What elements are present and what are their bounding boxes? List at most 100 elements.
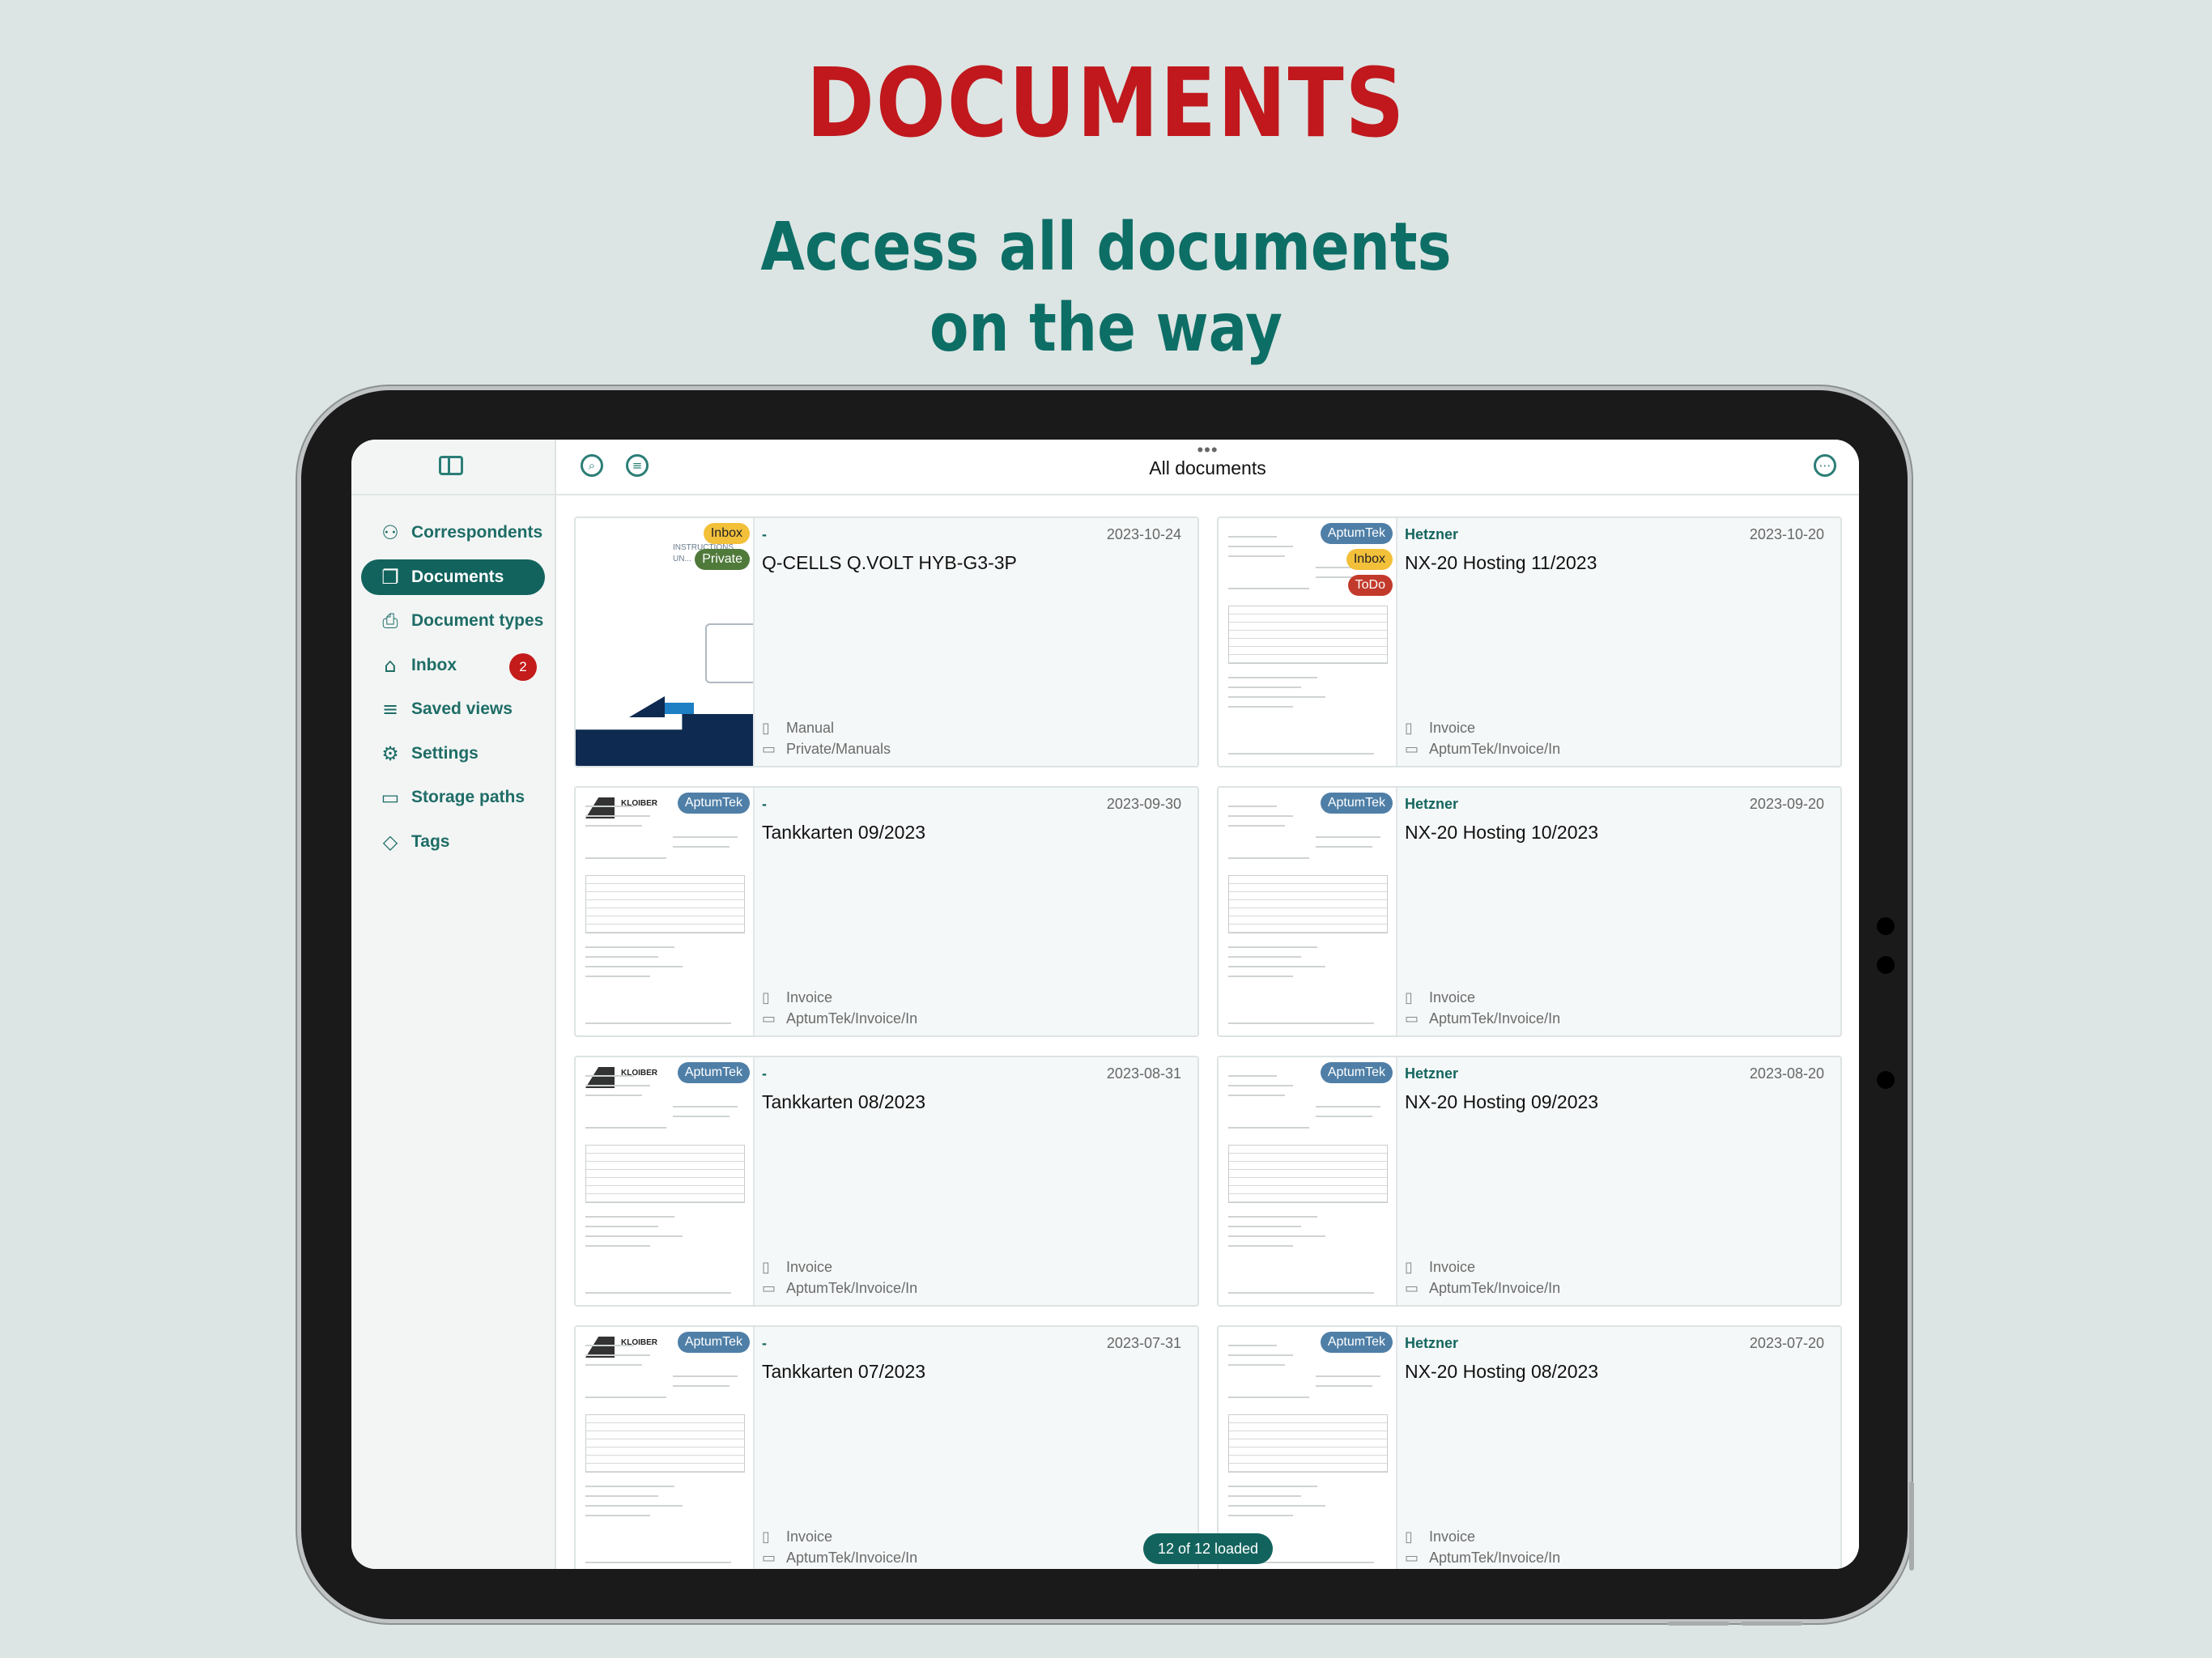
app-screen: ⚇ Correspondents ❐ Documents ⎙ Document types… xyxy=(351,440,1859,1569)
thumbnail-line xyxy=(585,1505,683,1507)
document-icon: ▯ xyxy=(762,1528,770,1545)
tag-badge-aptumtek[interactable]: AptumTek xyxy=(677,1062,750,1083)
sidebar-item-label: Inbox xyxy=(411,655,457,674)
thumbnail-line xyxy=(673,1116,730,1117)
document-card[interactable]: AptumTek Hetzner 2023-07-20 NX-20 Hosting 0… xyxy=(1217,1325,1842,1569)
document-thumbnail[interactable]: KLOIBER AptumTek xyxy=(576,1057,755,1305)
sidebar-item-settings[interactable]: ⚙ Settings xyxy=(361,736,545,772)
tag-badge-private[interactable]: Private xyxy=(695,549,750,570)
document-thumbnail[interactable]: AptumTek xyxy=(1219,788,1397,1035)
multitask-handle[interactable]: ••• xyxy=(556,441,1859,459)
sidebar-item-tags[interactable]: ◇ Tags xyxy=(361,824,545,860)
camera-dot-1 xyxy=(1877,917,1895,935)
tag-badge-inbox[interactable]: Inbox xyxy=(1346,549,1393,570)
document-correspondent: - xyxy=(762,796,767,812)
thumbnail-line xyxy=(585,1226,658,1227)
document-thumbnail[interactable]: KLOIBER AptumTek xyxy=(576,788,755,1035)
sidebar-item-label: Correspondents xyxy=(411,523,543,542)
document-thumbnail[interactable]: KLOIBER AptumTek xyxy=(576,1327,755,1569)
tag-badge-inbox[interactable]: Inbox xyxy=(703,523,750,544)
document-card[interactable]: AptumTek Hetzner 2023-09-20 NX-20 Hosting 1… xyxy=(1217,786,1842,1037)
thumbnail-line xyxy=(585,1486,674,1487)
thumbnail-line xyxy=(585,857,666,859)
tag-badge-aptumtek[interactable]: AptumTek xyxy=(1320,793,1393,814)
document-thumbnail[interactable]: INSTRUCTIONS UN... Inbox Private xyxy=(576,518,755,766)
storage-path: ▭ AptumTek/Invoice/In xyxy=(762,1010,917,1027)
document-card[interactable]: KLOIBER AptumTek - 2023-07-31 Tankkarten 07/… xyxy=(574,1325,1199,1569)
sidebar-item-label: Document types xyxy=(411,611,544,630)
folder-icon: ▭ xyxy=(1405,1550,1419,1567)
thumbnail-line xyxy=(1228,966,1325,967)
tag-list: AptumTek Inbox ToDo xyxy=(1320,523,1393,596)
document-type-label: Invoice xyxy=(786,1259,833,1275)
sidebar-item-inbox[interactable]: ⌂ Inbox 2 xyxy=(361,648,545,683)
thumbnail-line xyxy=(585,1235,683,1237)
document-correspondent: Hetzner xyxy=(1405,1065,1459,1082)
sidebar-item-storage-paths[interactable]: ▭ Storage paths xyxy=(361,780,545,815)
thumbnail-line xyxy=(585,1345,634,1346)
thumbnail-line xyxy=(673,1106,738,1107)
document-card[interactable]: AptumTek Inbox ToDo Hetzner 2023-10-20 NX-20 … xyxy=(1217,517,1842,767)
thumbnail-line xyxy=(1228,706,1293,708)
thumbnail-line xyxy=(1228,857,1309,859)
document-correspondent: - xyxy=(762,1065,767,1082)
person-icon: ⚇ xyxy=(381,521,399,544)
tag-badge-aptumtek[interactable]: AptumTek xyxy=(1320,1332,1393,1353)
thumbnail-line xyxy=(585,1354,650,1356)
thumbnail-line xyxy=(585,1245,650,1247)
document-type-label: Invoice xyxy=(1429,1528,1476,1545)
document-correspondent: Hetzner xyxy=(1405,796,1459,812)
sidebar-item-documents[interactable]: ❐ Documents xyxy=(361,559,545,595)
storage-path: ▭ Private/Manuals xyxy=(762,741,891,758)
document-correspondent: Hetzner xyxy=(1405,1335,1459,1351)
thumbnail-line xyxy=(585,806,634,807)
thumbnail-line xyxy=(673,1375,738,1377)
tag-list: AptumTek xyxy=(1320,793,1393,814)
tag-badge-aptumtek[interactable]: AptumTek xyxy=(677,1332,750,1353)
tag-badge-aptumtek[interactable]: AptumTek xyxy=(1320,523,1393,544)
document-icon: ▯ xyxy=(762,989,770,1006)
thumbnail-line xyxy=(1228,1397,1309,1398)
storage-path: ▭ AptumTek/Invoice/In xyxy=(762,1280,917,1297)
storage-path-label: AptumTek/Invoice/In xyxy=(786,1550,918,1566)
thumbnail-line xyxy=(673,836,738,838)
thumbnail-line xyxy=(1228,1495,1301,1497)
promo-subtitle-line2: on the way xyxy=(929,290,1283,367)
document-card[interactable]: KLOIBER AptumTek - 2023-09-30 Tankkarten 09/… xyxy=(574,786,1199,1037)
document-type: ▯ Invoice xyxy=(1405,720,1475,737)
thumbnail-line xyxy=(1228,1292,1374,1294)
document-date: 2023-09-20 xyxy=(1749,796,1824,812)
tag-badge-aptumtek[interactable]: AptumTek xyxy=(1320,1062,1393,1083)
document-title: Tankkarten 08/2023 xyxy=(762,1091,926,1112)
document-type: ▯ Manual xyxy=(762,720,834,737)
saved-views-icon: ≡ xyxy=(381,698,399,721)
thumbnail-line xyxy=(1228,1345,1277,1346)
sidebar-item-saved-views[interactable]: ≡ Saved views xyxy=(361,691,545,727)
thumbnail-line xyxy=(1228,753,1374,755)
tag-badge-aptumtek[interactable]: AptumTek xyxy=(677,793,750,814)
document-card[interactable]: INSTRUCTIONS UN... Inbox Private -2023-10-2… xyxy=(574,517,1199,767)
document-icon: ▯ xyxy=(1405,1528,1413,1545)
document-type-label: Invoice xyxy=(786,1528,833,1545)
document-thumbnail[interactable]: AptumTek xyxy=(1219,1057,1397,1305)
sidebar-item-label: Storage paths xyxy=(411,788,525,806)
tag-list: AptumTek xyxy=(677,793,750,814)
bottom-button-left xyxy=(1668,1622,1729,1626)
folder-icon: ▭ xyxy=(381,786,400,809)
sidebar-toggle-icon[interactable] xyxy=(439,456,463,475)
document-type: ▯ Invoice xyxy=(1405,1259,1475,1276)
thumbnail-line xyxy=(1316,1385,1372,1387)
sidebar-item-document-types[interactable]: ⎙ Document types xyxy=(361,603,545,639)
thumbnail-line xyxy=(585,1495,658,1497)
tag-badge-todo[interactable]: ToDo xyxy=(1347,575,1393,596)
document-icon: ▯ xyxy=(762,720,770,737)
document-card[interactable]: KLOIBER AptumTek - 2023-08-31 Tankkarten 08/… xyxy=(574,1056,1199,1307)
thumbnail-line xyxy=(1228,1505,1325,1507)
document-card[interactable]: AptumTek Hetzner 2023-08-20 NX-20 Hosting 0… xyxy=(1217,1056,1842,1307)
document-icon: ▯ xyxy=(1405,989,1413,1006)
sidebar-header xyxy=(351,440,555,495)
sidebar-item-correspondents[interactable]: ⚇ Correspondents xyxy=(361,515,545,551)
document-thumbnail[interactable]: AptumTek Inbox ToDo xyxy=(1219,518,1397,766)
folder-icon: ▭ xyxy=(762,741,776,758)
more-icon[interactable]: ⋯ xyxy=(1814,454,1836,477)
